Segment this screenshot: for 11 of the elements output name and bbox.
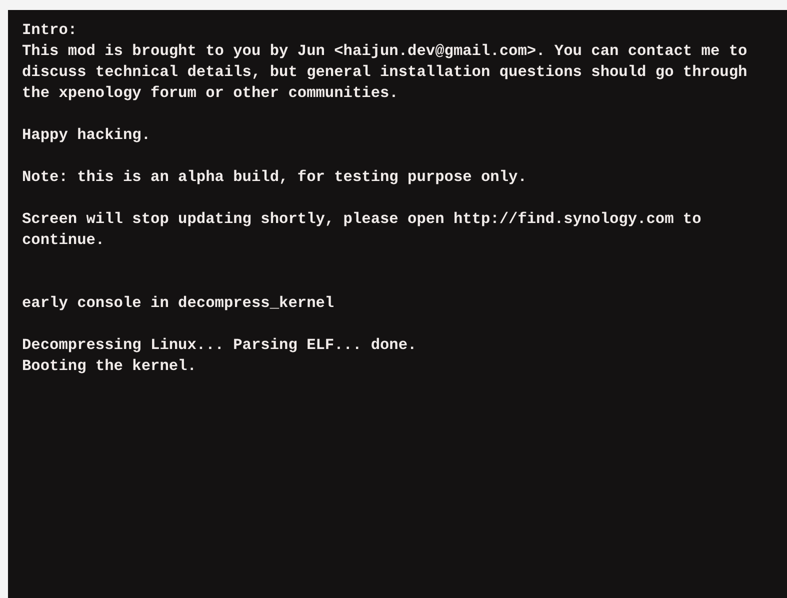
console-line: This mod is brought to you by Jun <haijun.dev@gmail.com>. You can contact me to	[22, 41, 748, 62]
console-line: Happy hacking.	[22, 125, 151, 146]
console-line: discuss technical details, but general installation questions should go through	[22, 62, 748, 83]
console-line: Decompressing Linux... Parsing ELF... done.	[22, 335, 417, 356]
console-line: Note: this is an alpha build, for testing purpose only.	[22, 167, 527, 188]
console-line: Intro:	[22, 20, 78, 41]
console-line: Screen will stop updating shortly, please open http://find.synology.com to	[22, 209, 702, 230]
console-line: early console in decompress_kernel	[22, 293, 334, 314]
console-line: Booting the kernel.	[22, 356, 196, 377]
console-line: continue.	[22, 230, 105, 251]
console-line: the xpenology forum or other communities.	[22, 83, 398, 104]
